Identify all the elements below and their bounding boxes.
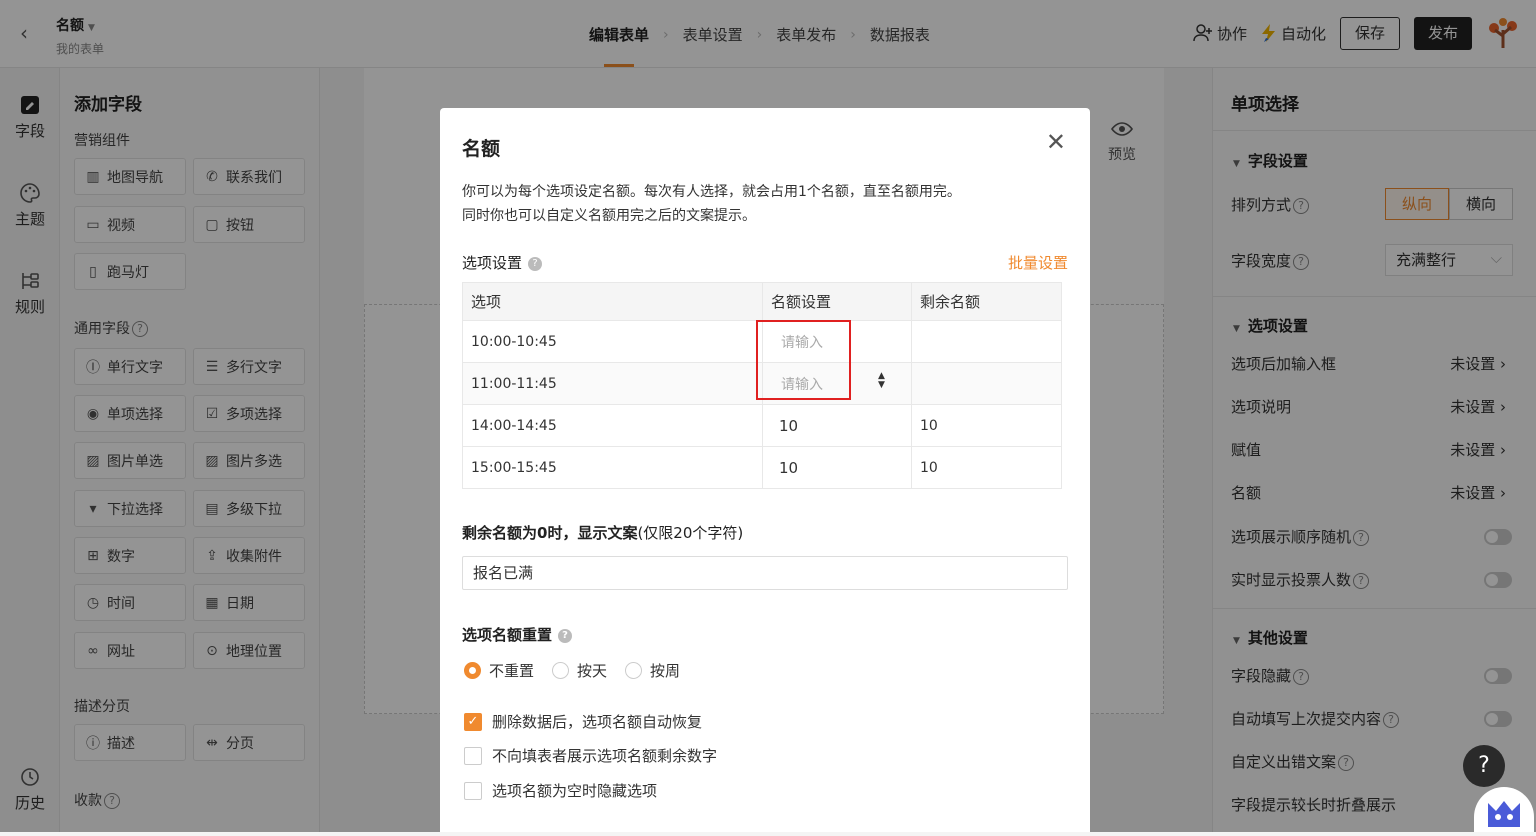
checkbox-label: 选项名额为空时隐藏选项 (492, 782, 658, 800)
radio-checked (464, 662, 481, 679)
remaining-cell (911, 362, 1062, 405)
col-option: 选项 (462, 282, 763, 321)
reset-label: 选项名额重置? (462, 624, 573, 645)
checkbox-empty (464, 746, 482, 765)
dialog-title: 名额 (462, 138, 501, 160)
hide-remaining-checkbox[interactable]: 不向填表者展示选项名额剩余数字 (464, 745, 717, 766)
dialog-description: 你可以为每个选项设定名额。每次有人选择，就会占用1个名额，直至名额用完。 同时你… (462, 180, 961, 228)
remaining-cell: 10 (911, 446, 1062, 489)
option-cell: 15:00-15:45 (462, 446, 763, 489)
quota-dialog: 名额 ✕ 你可以为每个选项设定名额。每次有人选择，就会占用1个名额，直至名额用完… (440, 108, 1090, 832)
option-cell: 14:00-14:45 (462, 404, 763, 447)
quota-input[interactable]: 10 (762, 446, 912, 489)
close-icon[interactable]: ✕ (1046, 130, 1066, 154)
remaining-cell: 10 (911, 404, 1062, 447)
hide-empty-checkbox[interactable]: 选项名额为空时隐藏选项 (464, 780, 657, 801)
desc-line-1: 你可以为每个选项设定名额。每次有人选择，就会占用1个名额，直至名额用完。 (462, 184, 961, 200)
zero-text-label: 剩余名额为0时，显示文案(仅限20个字符) (462, 524, 744, 542)
desc-line-2: 同时你也可以自定义名额用完之后的文案提示。 (462, 208, 756, 224)
radio-label: 不重置 (489, 662, 535, 680)
reset-none-radio[interactable]: 不重置 (464, 660, 534, 681)
quota-input[interactable]: 10 (762, 404, 912, 447)
col-quota: 名额设置 (762, 282, 912, 321)
checkbox-label: 不向填表者展示选项名额剩余数字 (492, 747, 718, 765)
remaining-cell (911, 320, 1062, 363)
reset-daily-radio[interactable]: 按天 (552, 660, 607, 681)
zero-text-input[interactable]: 报名已满 (462, 556, 1068, 590)
batch-settings-link[interactable]: 批量设置 (1008, 252, 1068, 273)
option-cell: 11:00-11:45 (462, 362, 763, 405)
table-row: 15:00-15:45 10 10 (462, 446, 1062, 489)
help-icon[interactable]: ? (528, 256, 543, 271)
radio-label: 按周 (650, 662, 681, 680)
option-cell: 10:00-10:45 (462, 320, 763, 363)
check-icon: ✓ (464, 712, 482, 731)
checkbox-label: 删除数据后，选项名额自动恢复 (492, 713, 703, 731)
stepper-arrows-icon[interactable]: ▲ ▼ (878, 372, 885, 390)
table-row: 14:00-14:45 10 10 (462, 404, 1062, 447)
highlight-box (756, 320, 851, 400)
reset-radio-group: 不重置 按天 按周 (464, 660, 680, 681)
col-remaining: 剩余名额 (911, 282, 1062, 321)
radio-unchecked (625, 662, 643, 679)
help-icon[interactable]: ? (558, 628, 573, 643)
assistant-mascot[interactable] (1474, 787, 1534, 832)
help-button[interactable]: ? (1463, 745, 1505, 787)
zero-text-note: (仅限20个字符) (637, 524, 744, 542)
checkbox-empty (464, 781, 482, 800)
cat-icon (1488, 801, 1520, 827)
radio-unchecked (552, 662, 570, 679)
auto-restore-checkbox[interactable]: ✓ 删除数据后，选项名额自动恢复 (464, 711, 702, 732)
radio-label: 按天 (577, 662, 608, 680)
reset-weekly-radio[interactable]: 按周 (625, 660, 680, 681)
option-settings-label: 选项设置? (462, 252, 543, 273)
